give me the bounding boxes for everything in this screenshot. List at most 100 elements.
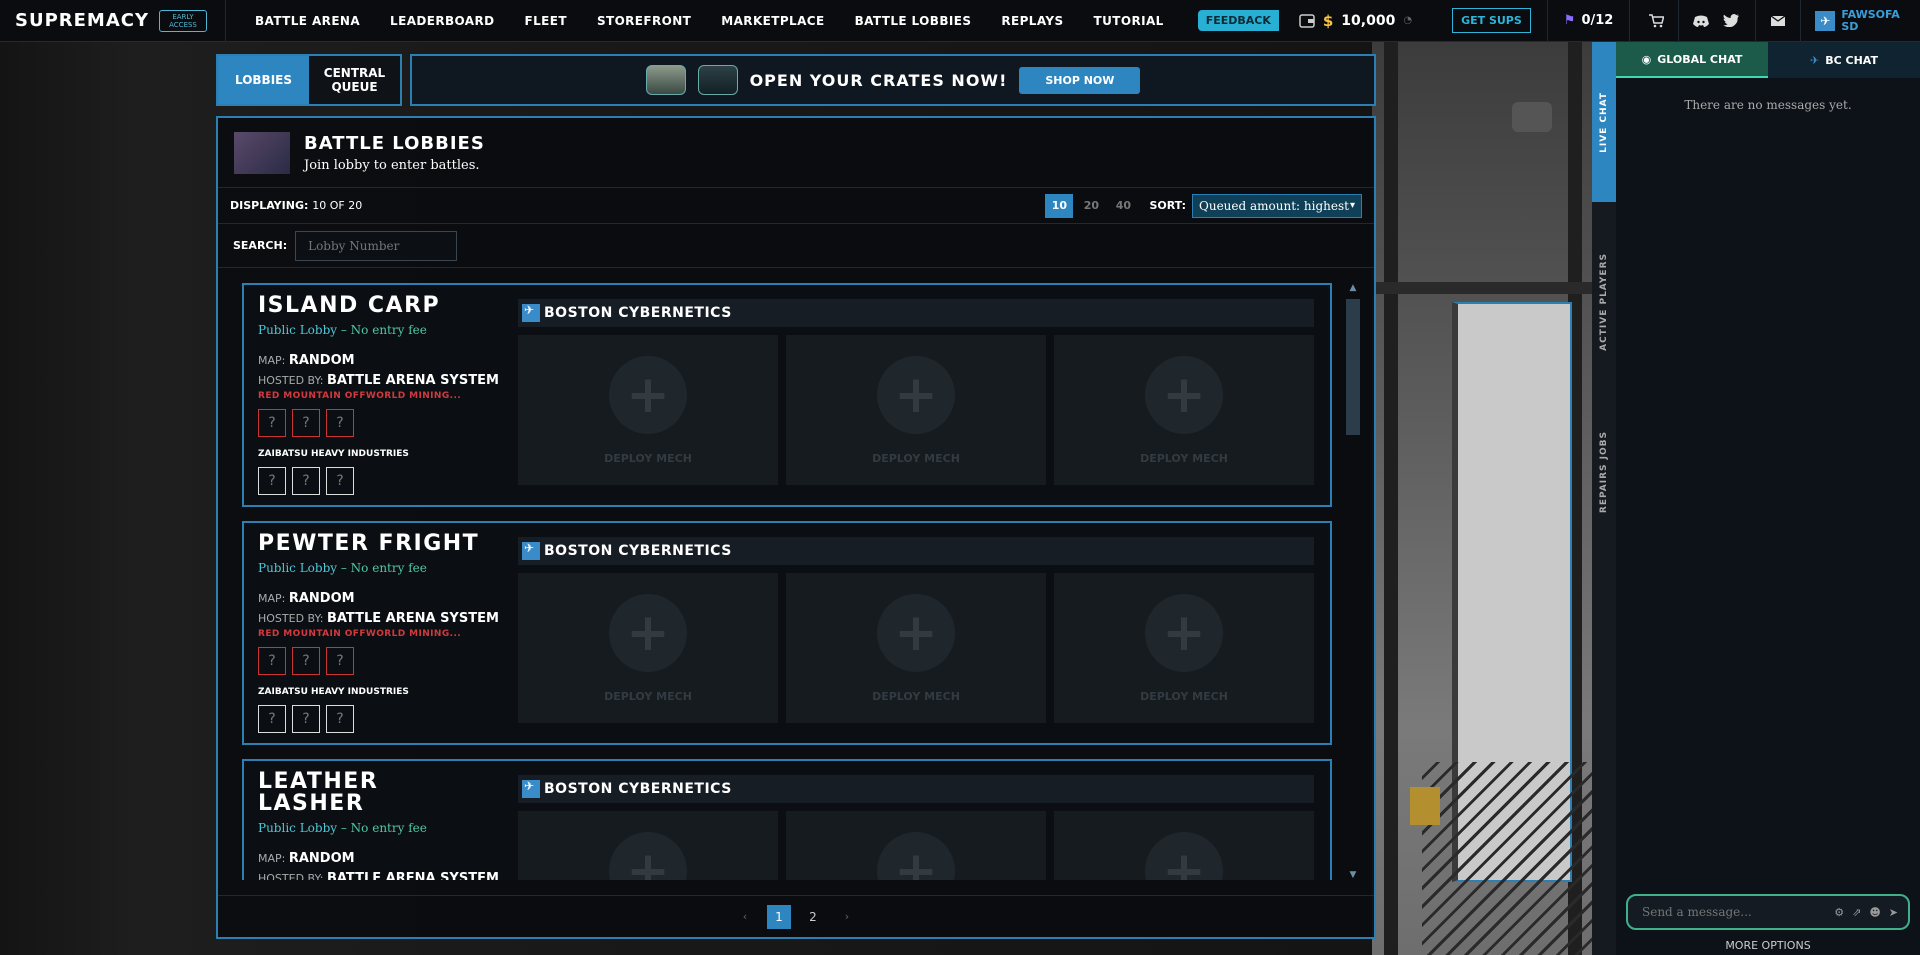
flag-icon: ⚑ bbox=[1563, 13, 1576, 28]
faction-header: BOSTON CYBERNETICS bbox=[518, 775, 1314, 803]
nav-leaderboard[interactable]: LEADERBOARD bbox=[390, 14, 494, 28]
get-sups-button[interactable]: GET SUPS bbox=[1452, 8, 1531, 33]
lobby-tabs: LOBBIES CENTRAL QUEUE bbox=[216, 54, 402, 106]
lobby-meta: MAP: RANDOM HOSTED BY: BATTLE ARENA SYST… bbox=[258, 353, 499, 388]
chat-empty-message: There are no messages yet. bbox=[1684, 98, 1852, 112]
deploy-mech-slot[interactable]: + DEPLOY MECH bbox=[786, 335, 1046, 485]
battle-lobbies-panel: BATTLE LOBBIES Join lobby to enter battl… bbox=[216, 116, 1376, 939]
cart-icon[interactable] bbox=[1648, 13, 1665, 29]
sups-icon: $ bbox=[1322, 11, 1334, 30]
page-2-button[interactable]: 2 bbox=[801, 905, 825, 929]
wallet[interactable]: $ 10,000 ◔ bbox=[1299, 12, 1412, 30]
faction-name: BOSTON CYBERNETICS bbox=[544, 543, 732, 559]
plus-icon: + bbox=[1145, 831, 1223, 880]
quest-count: 0/12 bbox=[1581, 13, 1614, 28]
popout-icon[interactable]: ⇗ bbox=[1852, 906, 1861, 919]
tab-global-chat[interactable]: ◉ GLOBAL CHAT bbox=[1616, 42, 1768, 78]
settings-icon[interactable]: ⚙ bbox=[1834, 906, 1844, 919]
tab-central-queue[interactable]: CENTRAL QUEUE bbox=[309, 56, 400, 104]
page-size-20[interactable]: 20 bbox=[1077, 194, 1105, 218]
deploy-mech-slot[interactable]: + DEPLOY MECH bbox=[518, 335, 778, 485]
mech-slot: ? bbox=[292, 647, 320, 675]
supremacy-logo[interactable]: SUPREMACY bbox=[15, 10, 149, 31]
crate-image bbox=[697, 65, 738, 95]
scroll-down-icon[interactable]: ▼ bbox=[1346, 870, 1360, 880]
background-hangar bbox=[1372, 42, 1592, 955]
twitter-icon[interactable] bbox=[1723, 13, 1740, 29]
deploy-mech-slot[interactable]: + DEPLOY MECH bbox=[1054, 335, 1314, 485]
nav-battle-arena[interactable]: BATTLE ARENA bbox=[255, 14, 360, 28]
scrollbar[interactable]: ▲ ▼ bbox=[1346, 283, 1360, 880]
plus-icon: + bbox=[877, 355, 955, 434]
dropdown-caret-icon: ▾ bbox=[1349, 200, 1355, 211]
divider bbox=[225, 0, 227, 42]
faction-name: BOSTON CYBERNETICS bbox=[544, 305, 732, 321]
tab-repairs-jobs[interactable]: REPAIRS JOBS bbox=[1592, 392, 1616, 552]
displaying-label: DISPLAYING: 10 OF 20 bbox=[230, 199, 363, 212]
deploy-mech-slot[interactable]: + DEPLOY MECH bbox=[1054, 811, 1314, 880]
divider bbox=[1546, 0, 1548, 42]
feedback-button[interactable]: FEEDBACK bbox=[1197, 10, 1279, 31]
page-size-40[interactable]: 40 bbox=[1109, 194, 1137, 218]
username: FAWSOFA bbox=[1841, 7, 1900, 21]
tab-active-players[interactable]: ACTIVE PLAYERS bbox=[1592, 222, 1616, 382]
discord-icon[interactable] bbox=[1693, 13, 1710, 29]
main-nav: BATTLE ARENA LEADERBOARD FLEET STOREFRON… bbox=[255, 14, 1194, 28]
deploy-mech-slot[interactable]: + DEPLOY MECH bbox=[518, 811, 778, 880]
sort-label: SORT: bbox=[1149, 199, 1186, 212]
nav-marketplace[interactable]: MARKETPLACE bbox=[721, 14, 824, 28]
lobby-meta: MAP: RANDOM HOSTED BY: BATTLE ARENA SYST… bbox=[258, 591, 499, 626]
faction-deploy-area: BOSTON CYBERNETICS + DEPLOY MECH + DEPLO… bbox=[518, 299, 1314, 485]
tab-bc-chat[interactable]: ✈ BC CHAT bbox=[1768, 42, 1920, 78]
username-suffix: SD bbox=[1841, 19, 1859, 33]
active-players-label: ACTIVE PLAYERS bbox=[1599, 253, 1609, 351]
repairs-jobs-label: REPAIRS JOBS bbox=[1599, 430, 1609, 514]
quest-progress[interactable]: ⚑ 0/12 bbox=[1564, 13, 1614, 28]
deploy-mech-slot[interactable]: + DEPLOY MECH bbox=[1054, 573, 1314, 723]
divider bbox=[1800, 0, 1802, 42]
faction-red-mountain-label: RED MOUNTAIN OFFWORLD MINING... bbox=[258, 391, 462, 401]
lobby-card[interactable]: ISLAND CARP Public Lobby – No entry fee … bbox=[242, 283, 1332, 507]
mail-icon[interactable] bbox=[1770, 13, 1786, 29]
emoji-icon[interactable]: ☻ bbox=[1869, 906, 1880, 919]
crate-image bbox=[645, 65, 686, 95]
user-profile[interactable]: ✈ FAWSOFA SD bbox=[1815, 7, 1900, 33]
lobby-search-input[interactable] bbox=[295, 230, 458, 261]
tab-live-chat[interactable]: LIVE CHAT bbox=[1592, 42, 1616, 202]
deploy-mech-slot[interactable]: + DEPLOY MECH bbox=[786, 811, 1046, 880]
scrollbar-thumb[interactable] bbox=[1346, 299, 1360, 435]
send-icon[interactable]: ➤ bbox=[1889, 906, 1898, 919]
more-options-button[interactable]: MORE OPTIONS bbox=[1616, 939, 1920, 952]
plus-icon: + bbox=[609, 593, 687, 672]
divider bbox=[1678, 0, 1680, 42]
nav-tutorial[interactable]: TUTORIAL bbox=[1094, 14, 1164, 28]
mech-slot: ? bbox=[258, 467, 286, 495]
early-access-badge: EARLY ACCESS bbox=[159, 9, 208, 32]
mech-slot: ? bbox=[258, 409, 286, 437]
nav-replays[interactable]: REPLAYS bbox=[1001, 14, 1063, 28]
chat-message-input[interactable] bbox=[1642, 905, 1835, 919]
sort-dropdown[interactable]: Queued amount: highest ▾ bbox=[1192, 193, 1362, 218]
nav-fleet[interactable]: FLEET bbox=[525, 14, 567, 28]
page-subtitle: Join lobby to enter battles. bbox=[304, 157, 480, 173]
scroll-up-icon[interactable]: ▲ bbox=[1346, 283, 1360, 293]
pagination: ‹ 1 2 › bbox=[218, 895, 1374, 937]
faction-avatar-icon: ✈ bbox=[1815, 10, 1836, 31]
deploy-mech-slot[interactable]: + DEPLOY MECH bbox=[518, 573, 778, 723]
top-bar: SUPREMACY EARLY ACCESS BATTLE ARENA LEAD… bbox=[0, 0, 1920, 42]
faction-icon: ✈ bbox=[1810, 53, 1820, 67]
crate-promo-banner: OPEN YOUR CRATES NOW! SHOP NOW bbox=[410, 54, 1376, 106]
deploy-mech-slot[interactable]: + DEPLOY MECH bbox=[786, 573, 1046, 723]
next-page-button[interactable]: › bbox=[835, 905, 859, 929]
info-icon[interactable]: ◔ bbox=[1403, 15, 1412, 26]
tab-lobbies[interactable]: LOBBIES bbox=[218, 56, 309, 104]
lobby-card[interactable]: LEATHER LASHER Public Lobby – No entry f… bbox=[242, 759, 1332, 880]
page-1-button[interactable]: 1 bbox=[767, 904, 791, 929]
shop-now-button[interactable]: SHOP NOW bbox=[1019, 66, 1141, 94]
lobby-card[interactable]: PEWTER FRIGHT Public Lobby – No entry fe… bbox=[242, 521, 1332, 745]
faction-zaibatsu-label: ZAIBATSU HEAVY INDUSTRIES bbox=[258, 687, 409, 697]
prev-page-button[interactable]: ‹ bbox=[733, 905, 757, 929]
nav-storefront[interactable]: STOREFRONT bbox=[597, 14, 691, 28]
nav-battle-lobbies[interactable]: BATTLE LOBBIES bbox=[855, 14, 972, 28]
page-size-10[interactable]: 10 bbox=[1045, 193, 1074, 218]
